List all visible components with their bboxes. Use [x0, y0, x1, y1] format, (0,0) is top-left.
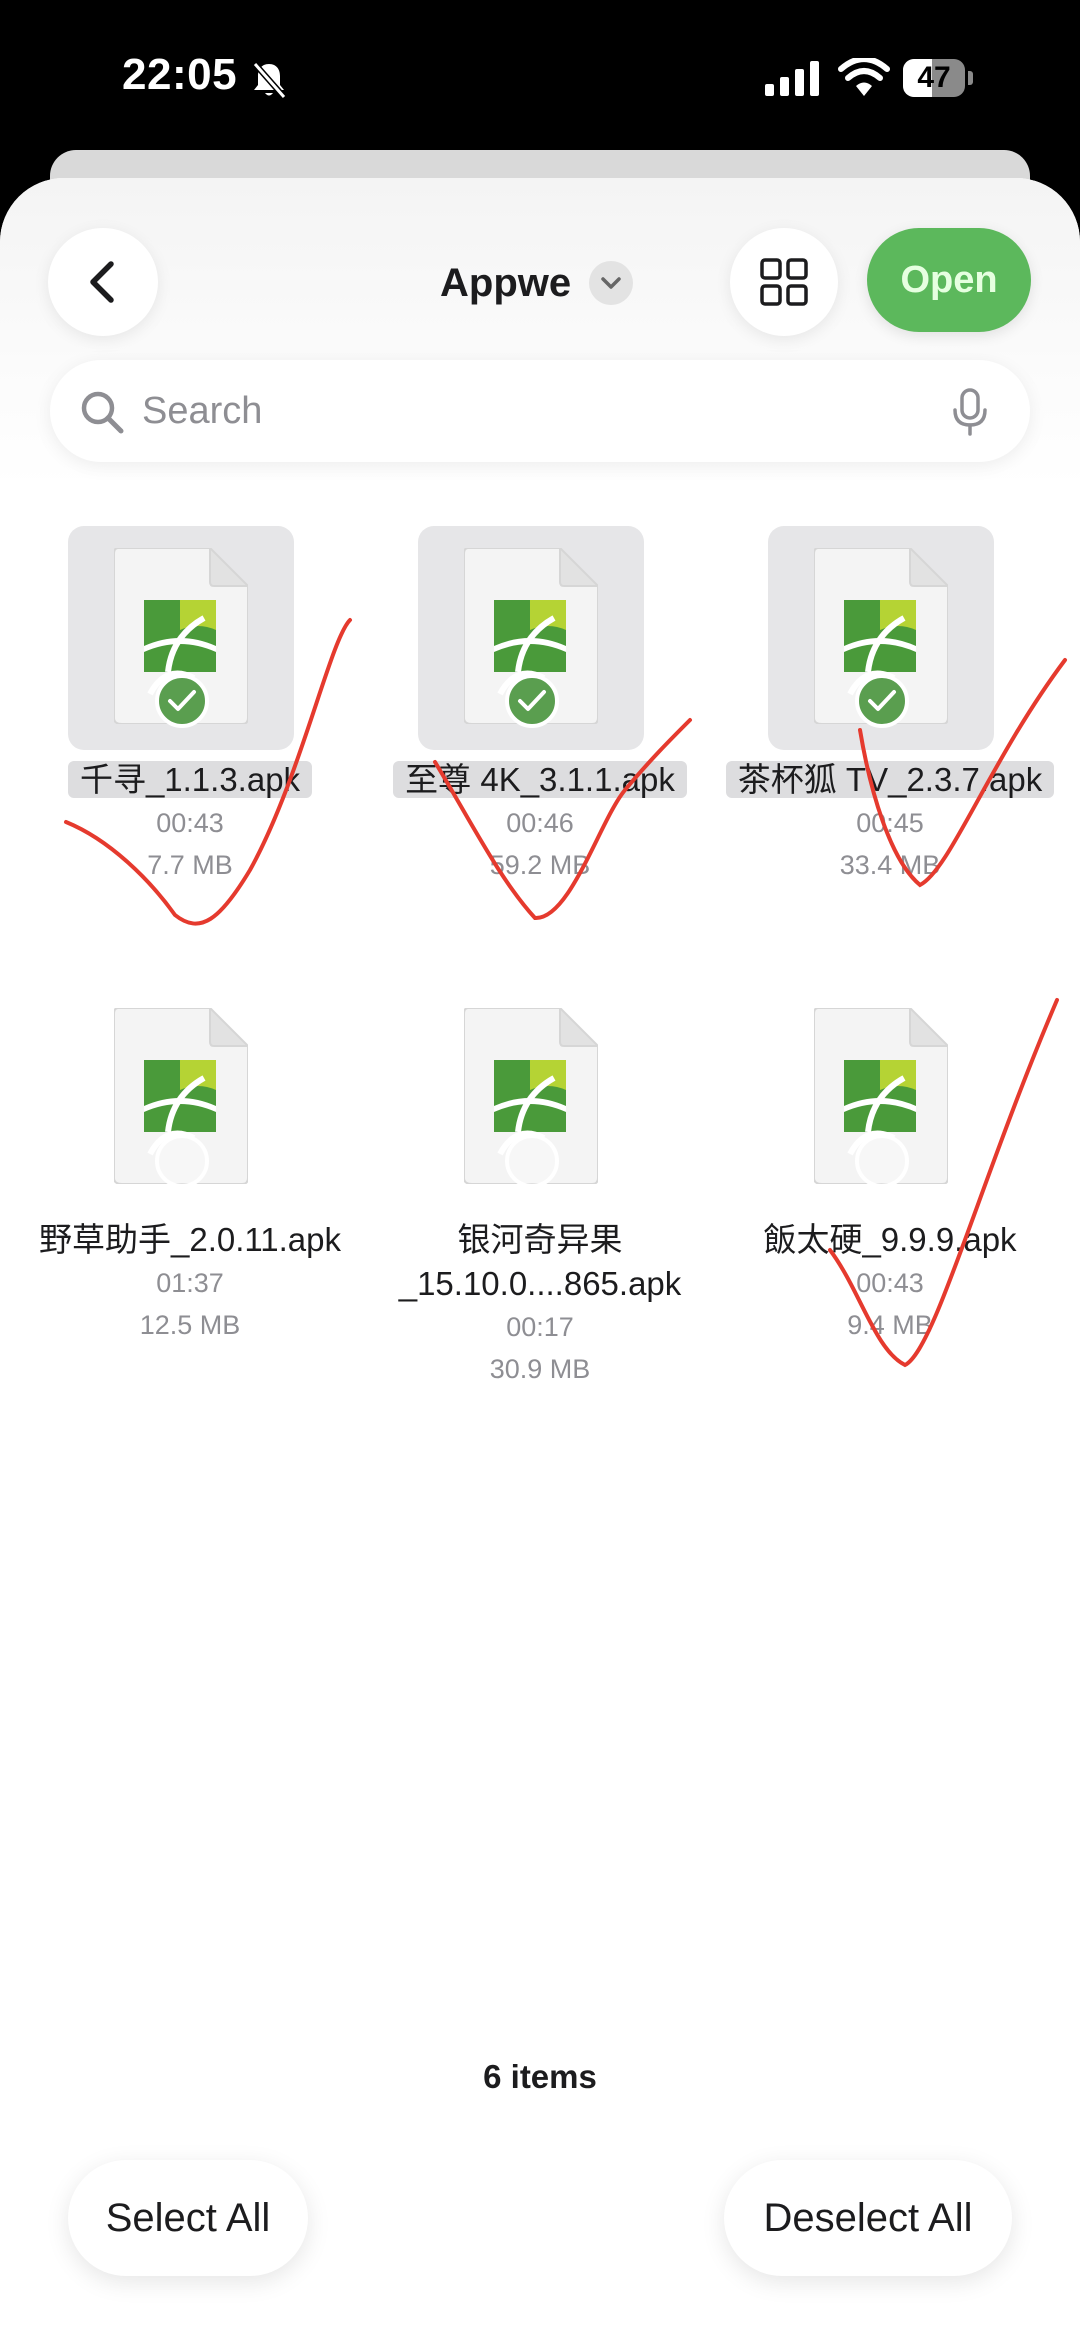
file-name: 野草助手_2.0.11.apk — [38, 1221, 342, 1258]
wifi-icon — [838, 58, 890, 96]
unselected-circle-icon[interactable] — [505, 1134, 559, 1188]
file-name: 至尊 4K_3.1.1.apk — [340, 758, 740, 802]
back-chevron-icon — [90, 261, 114, 303]
grid-view-button[interactable] — [730, 228, 838, 336]
selected-check-icon[interactable] — [155, 674, 209, 728]
file-item[interactable]: 野草助手_2.0.11.apk 01:37 12.5 MB — [10, 986, 370, 1340]
file-item[interactable]: 银河奇异果 _15.10.0....865.apk 00:17 30.9 MB — [360, 986, 720, 1384]
selected-check-icon[interactable] — [505, 674, 559, 728]
file-item[interactable]: 茶杯狐 TV_2.3.7.apk 00:45 33.4 MB — [710, 526, 1070, 880]
bell-muted-icon — [252, 62, 287, 99]
status-time: 22:05 — [122, 50, 238, 99]
file-item[interactable]: 飯太硬_9.9.9.apk 00:43 9.4 MB — [710, 986, 1070, 1340]
mic-icon[interactable] — [950, 388, 990, 436]
file-name: 飯太硬_9.9.9.apk — [763, 1221, 1017, 1258]
file-size: 33.4 MB — [839, 850, 941, 880]
file-size: 7.7 MB — [147, 850, 233, 880]
file-name: 银河奇异果 _15.10.0....865.apk — [398, 1221, 682, 1302]
file-browser-sheet: Appwe Open Search 千寻_1.1.3.apk 00:43 7.7… — [0, 178, 1080, 2347]
select-all-button[interactable]: Select All — [68, 2160, 308, 2276]
file-time: 00:43 — [856, 1268, 924, 1298]
file-size: 59.2 MB — [489, 850, 591, 880]
folder-title: Appwe — [440, 260, 572, 305]
file-time: 00:45 — [856, 808, 924, 838]
file-time: 00:46 — [506, 808, 574, 838]
search-bar[interactable]: Search — [50, 360, 1030, 462]
battery-level: 47 — [917, 61, 951, 94]
file-time: 00:17 — [506, 1312, 574, 1342]
signal-icon — [765, 61, 819, 96]
file-name: 千寻_1.1.3.apk — [0, 758, 390, 802]
unselected-circle-icon[interactable] — [155, 1134, 209, 1188]
file-name: 茶杯狐 TV_2.3.7.apk — [690, 758, 1080, 802]
selected-check-icon[interactable] — [855, 674, 909, 728]
unselected-circle-icon[interactable] — [855, 1134, 909, 1188]
file-time: 01:37 — [156, 1268, 224, 1298]
search-input[interactable]: Search — [142, 360, 262, 462]
file-item[interactable]: 至尊 4K_3.1.1.apk 00:46 59.2 MB — [360, 526, 720, 880]
search-icon — [81, 391, 124, 434]
item-count: 6 items — [483, 2058, 597, 2095]
file-item[interactable]: 千寻_1.1.3.apk 00:43 7.7 MB — [10, 526, 370, 880]
back-button[interactable] — [48, 228, 158, 336]
file-size: 12.5 MB — [139, 1310, 241, 1340]
grid-view-icon — [760, 258, 808, 306]
battery-icon: 47 — [903, 59, 975, 97]
open-button[interactable]: Open — [867, 228, 1031, 332]
deselect-all-button[interactable]: Deselect All — [724, 2160, 1012, 2276]
file-time: 00:43 — [156, 808, 224, 838]
file-size: 9.4 MB — [847, 1310, 933, 1340]
file-size: 30.9 MB — [489, 1354, 591, 1384]
folder-picker[interactable]: Appwe — [440, 248, 634, 318]
status-bar: 22:05 47 — [0, 0, 1080, 150]
chevron-down-icon — [589, 261, 634, 305]
